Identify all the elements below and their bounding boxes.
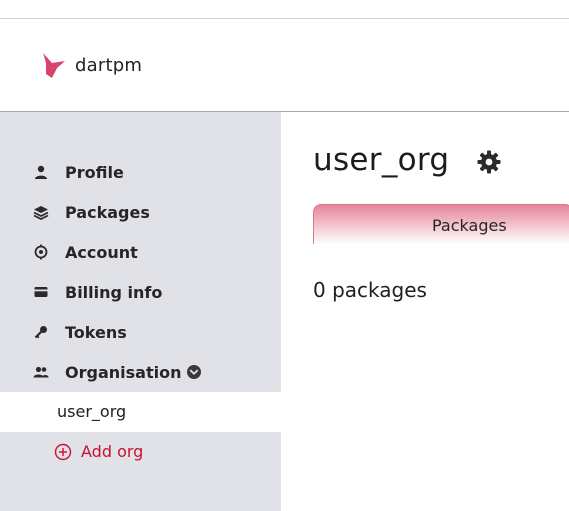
brand[interactable]: dartpm xyxy=(40,51,142,79)
sidebar-item-packages[interactable]: Packages xyxy=(0,192,281,232)
tab-packages[interactable]: Packages xyxy=(313,204,569,244)
sidebar-item-tokens[interactable]: Tokens xyxy=(0,312,281,352)
layers-icon xyxy=(33,206,49,220)
sidebar-item-label: Packages xyxy=(65,202,150,222)
sidebar-item-label: Organisation xyxy=(65,362,182,382)
sidebar-item-account[interactable]: Account xyxy=(0,232,281,272)
sidebar-item-label: Profile xyxy=(65,162,124,182)
tab-label: Packages xyxy=(432,216,507,235)
org-item-label: user_org xyxy=(57,402,127,421)
account-gear-icon xyxy=(34,244,48,260)
card-icon xyxy=(34,287,48,297)
user-icon xyxy=(35,165,47,179)
add-circle-icon xyxy=(54,443,72,461)
main-content: user_org Packages 0 packages xyxy=(281,112,569,511)
sidebar-item-billing[interactable]: Billing info xyxy=(0,272,281,312)
gear-icon[interactable] xyxy=(477,150,501,174)
sidebar-item-profile[interactable]: Profile xyxy=(0,152,281,192)
chevron-down-icon[interactable] xyxy=(186,364,202,380)
group-icon xyxy=(33,366,49,378)
key-icon xyxy=(34,326,47,339)
sidebar-org-item-user-org[interactable]: user_org xyxy=(0,392,281,432)
sidebar-item-label: Tokens xyxy=(65,322,127,342)
add-org-button[interactable]: Add org xyxy=(0,432,281,472)
packages-count: 0 packages xyxy=(313,278,427,302)
page-title: user_org xyxy=(313,142,450,178)
sidebar-item-label: Billing info xyxy=(65,282,163,302)
sidebar-item-organisation[interactable]: Organisation xyxy=(0,352,281,392)
brand-name: dartpm xyxy=(75,54,143,76)
add-org-label: Add org xyxy=(81,442,144,461)
app-header: dartpm xyxy=(0,19,569,112)
sidebar-item-label: Account xyxy=(65,242,138,262)
dartpm-logo-icon xyxy=(43,53,65,78)
sidebar: Profile Packages Account Billing info To… xyxy=(0,112,281,511)
